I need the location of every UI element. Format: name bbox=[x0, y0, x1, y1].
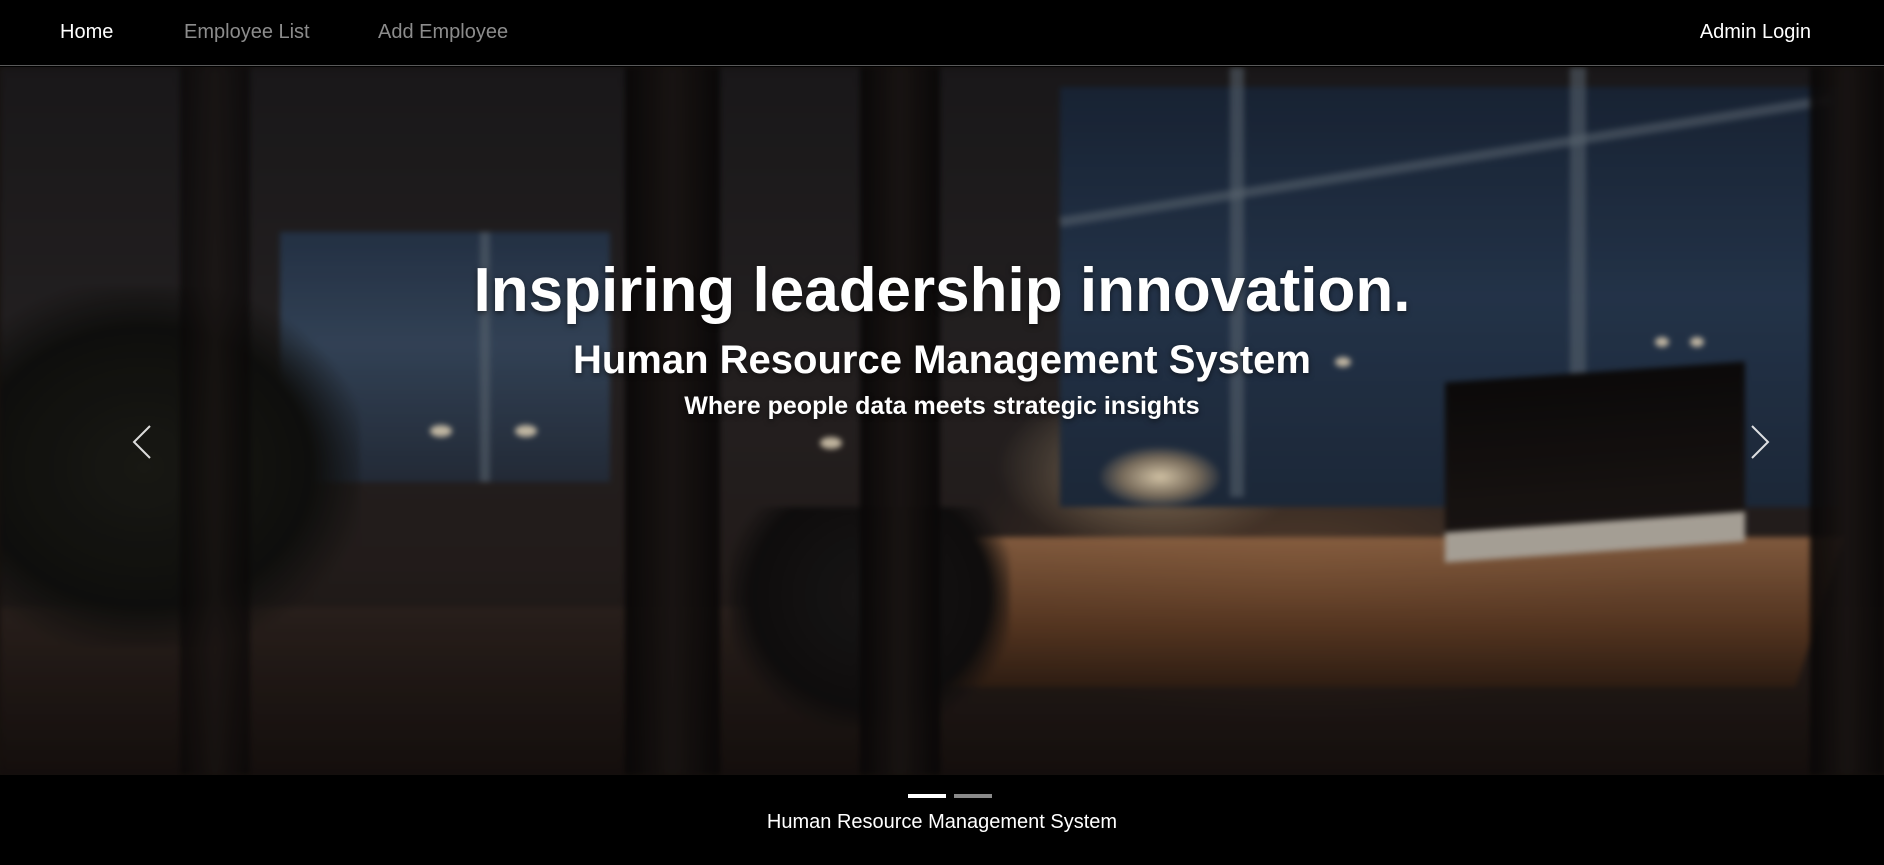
hero-carousel: Inspiring leadership innovation. Human R… bbox=[0, 67, 1884, 775]
nav-link-add-employee[interactable]: Add Employee bbox=[378, 20, 508, 44]
carousel-indicators bbox=[908, 794, 992, 798]
hero-tagline: Where people data meets strategic insigh… bbox=[684, 392, 1200, 420]
carousel-caption-bar: Human Resource Management System bbox=[0, 775, 1884, 865]
hero-subtitle: Human Resource Management System bbox=[572, 338, 1311, 382]
nav-link-employee-list[interactable]: Employee List bbox=[184, 20, 310, 44]
admin-login-link[interactable]: Admin Login bbox=[1700, 20, 1811, 44]
hero-title: Inspiring leadership innovation. bbox=[473, 256, 1411, 325]
chevron-right-icon bbox=[1751, 425, 1770, 459]
carousel-indicator-1[interactable] bbox=[908, 794, 946, 798]
nav-link-home[interactable]: Home bbox=[60, 20, 113, 44]
top-navbar: Home Employee List Add Employee Admin Lo… bbox=[0, 0, 1884, 66]
carousel-caption: Human Resource Management System bbox=[766, 811, 1118, 833]
chevron-left-icon bbox=[132, 425, 151, 459]
carousel-indicator-2[interactable] bbox=[954, 794, 992, 798]
carousel-next-button[interactable] bbox=[1740, 424, 1776, 460]
carousel-prev-button[interactable] bbox=[126, 424, 162, 460]
